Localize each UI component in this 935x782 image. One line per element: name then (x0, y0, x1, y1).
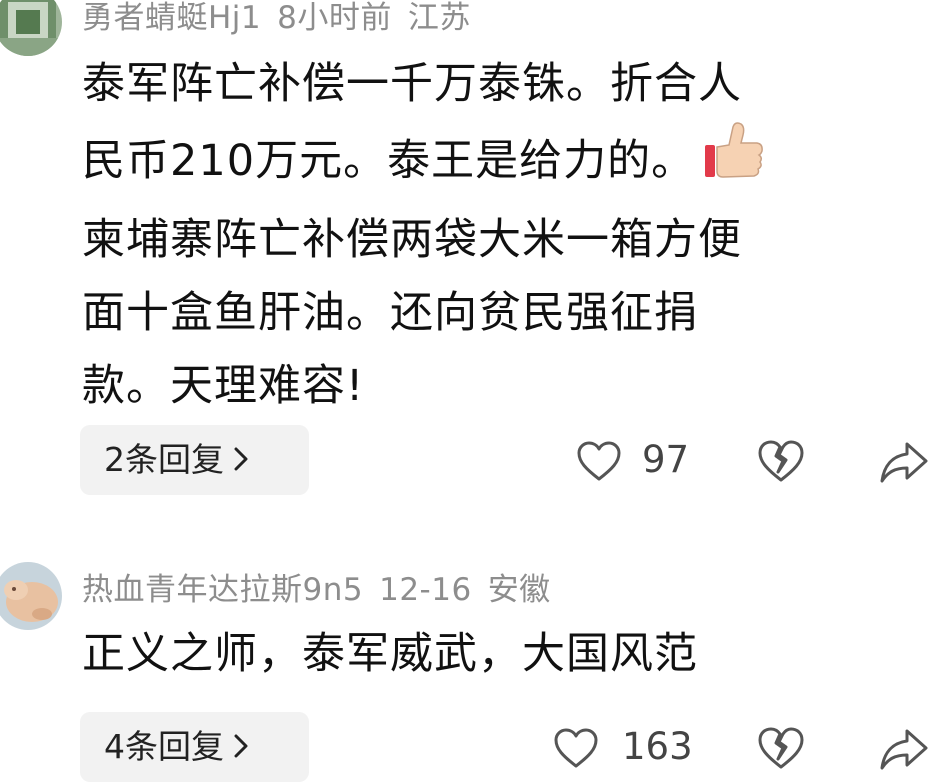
comment-item: 勇者蜻蜓Hj1 8小时前 江苏 泰军阵亡补偿一千万泰铢。折合人 民币210万元。泰王… (0, 0, 935, 498)
share-icon[interactable] (879, 727, 929, 771)
comment-item: 热血青年达拉斯9n5 12-16 安徽 正义之师，泰军威武，大国风范 4条回复 16… (0, 552, 935, 782)
comment-location: 江苏 (407, 0, 471, 36)
comment-line-with-emoji: 民币210万元。泰王是给力的。 (82, 121, 902, 204)
comment-actions: 163 (0, 712, 935, 782)
like-count: 97 (642, 438, 690, 481)
share-icon[interactable] (879, 440, 929, 484)
thumbs-up-icon (703, 121, 765, 204)
comment-line: 面十盒鱼肝油。还向贫民强征捐 (82, 288, 698, 338)
heart-icon[interactable] (576, 440, 622, 482)
comment-line: 款。天理难容! (82, 361, 365, 411)
comment-meta: 勇者蜻蜓Hj1 8小时前 江苏 (82, 0, 487, 37)
comment-text: 正义之师，泰军威武，大国风范 (82, 618, 902, 691)
heart-icon[interactable] (553, 727, 599, 769)
comment-meta: 热血青年达拉斯9n5 12-16 安徽 (82, 564, 567, 609)
broken-heart-icon[interactable] (757, 726, 805, 770)
avatar-image (0, 0, 62, 56)
author-name[interactable]: 勇者蜻蜓Hj1 (82, 0, 261, 36)
comment-time: 8小时前 (277, 0, 392, 36)
comment-text: 泰军阵亡补偿一千万泰铢。折合人 民币210万元。泰王是给力的。 柬埔寨阵亡补偿两… (82, 48, 902, 423)
comment-location: 安徽 (487, 572, 551, 608)
avatar[interactable] (0, 0, 62, 56)
comment-line: 泰军阵亡补偿一千万泰铢。折合人 (82, 59, 742, 109)
avatar-image (0, 562, 62, 630)
comment-actions: 97 (0, 425, 935, 495)
comment-line: 正义之师，泰军威武，大国风范 (82, 629, 698, 679)
avatar[interactable] (0, 562, 62, 630)
comment-line: 柬埔寨阵亡补偿两袋大米一箱方便 (82, 215, 742, 265)
comment-time: 12-16 (379, 572, 472, 608)
broken-heart-icon[interactable] (757, 439, 805, 483)
author-name[interactable]: 热血青年达拉斯9n5 (82, 572, 363, 608)
like-count: 163 (622, 725, 693, 768)
comment-line: 民币210万元。泰王是给力的。 (82, 136, 696, 186)
